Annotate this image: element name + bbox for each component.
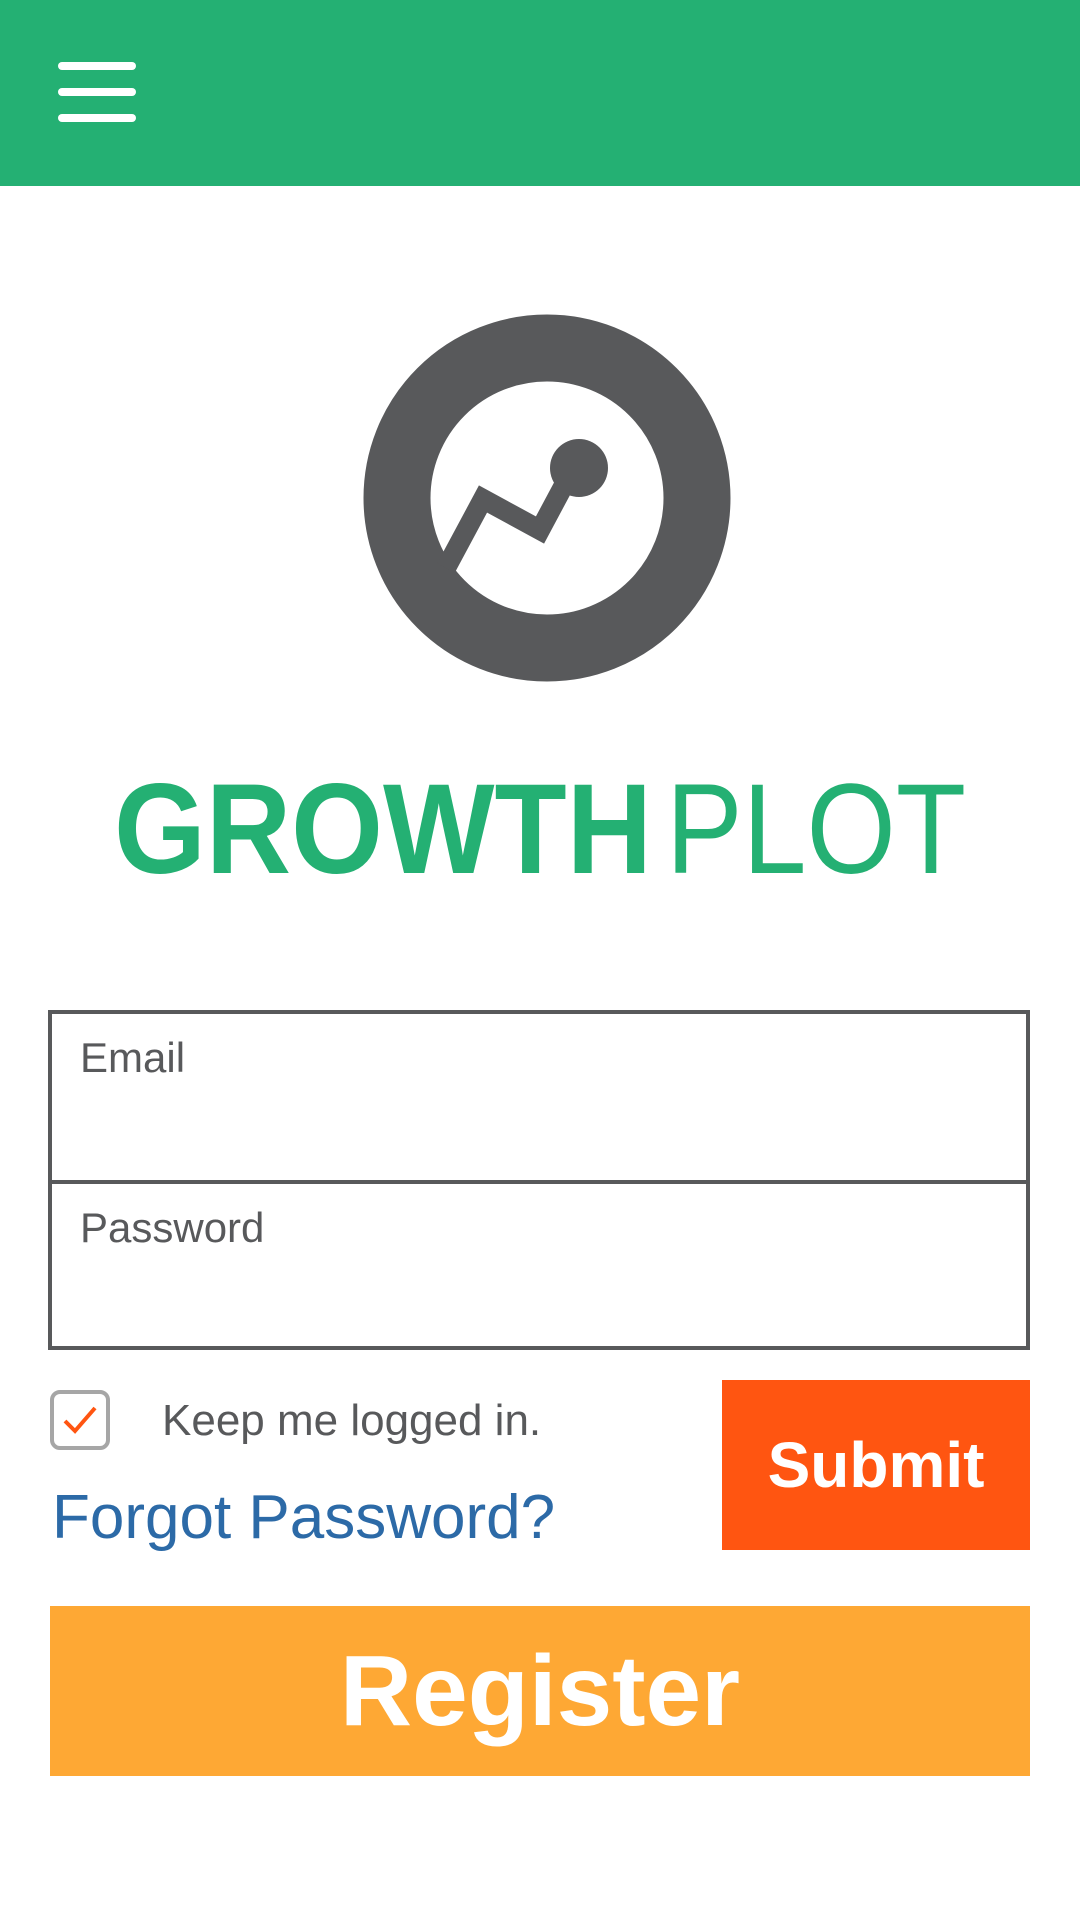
keep-logged-in-label: Keep me logged in.	[162, 1396, 542, 1445]
menu-bar-1	[58, 62, 136, 70]
login-form: Email Password	[48, 1010, 1030, 1350]
submit-button[interactable]: Submit	[722, 1380, 1030, 1550]
svg-text:GROWTH: GROWTH	[114, 770, 652, 880]
password-label: Password	[80, 1204, 265, 1251]
password-input[interactable]	[80, 1260, 984, 1322]
email-field[interactable]: Email	[52, 1014, 1026, 1184]
register-button[interactable]: Register	[50, 1606, 1030, 1776]
keep-logged-in-checkbox[interactable]	[50, 1390, 110, 1450]
growthplot-wordmark: GROWTH PLOT	[114, 770, 966, 880]
app-bar	[0, 0, 1080, 186]
menu-bar-2	[58, 88, 136, 96]
checkmark-icon	[63, 1406, 97, 1434]
menu-button[interactable]	[52, 56, 140, 128]
password-field[interactable]: Password	[52, 1184, 1026, 1350]
forgot-password-link[interactable]: Forgot Password?	[52, 1482, 555, 1553]
email-input[interactable]	[80, 1090, 984, 1152]
menu-bar-3	[58, 114, 136, 122]
email-label: Email	[80, 1034, 186, 1081]
svg-text:PLOT: PLOT	[666, 770, 966, 880]
growthplot-logo-icon	[363, 314, 731, 682]
